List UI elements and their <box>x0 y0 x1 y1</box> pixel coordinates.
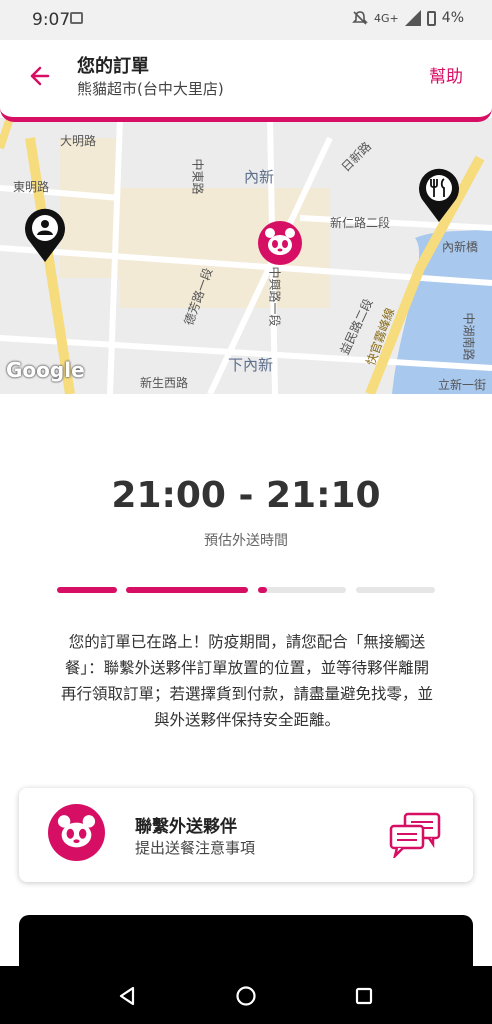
signal-icon <box>404 10 421 26</box>
contact-courier-card[interactable]: 聯繫外送夥伴 提出送餐注意事項 <box>19 788 473 882</box>
user-pin-icon[interactable] <box>22 208 68 264</box>
battery-icon <box>426 10 436 26</box>
map-label: 新仁路二段 <box>330 216 391 230</box>
delivery-message: 您的訂單已在路上！防疫期間，請您配合「無接觸送餐」：聯繫外送夥伴訂單放置的位置，… <box>60 633 433 729</box>
map-label: 內新橋 <box>442 240 479 254</box>
page-title: 您的訂單 <box>77 56 149 77</box>
card-title: 聯繫外送夥伴 <box>135 817 237 837</box>
progress-step <box>356 587 435 593</box>
app-bar: 您的訂單 熊貓超市(台中大里店) 幫助 <box>0 40 492 122</box>
recents-nav-icon[interactable] <box>352 984 376 1008</box>
network-type: 4G+ <box>374 11 399 25</box>
back-arrow-icon[interactable] <box>24 60 56 92</box>
map-label: 大明路 <box>60 134 97 148</box>
map-attribution: Google <box>6 358 85 382</box>
delivery-map[interactable]: 大明路 東明路 中東路 內新 日新路 新仁路二段 中興路一段 德芳路一段 益民路… <box>0 118 492 394</box>
map-label: 中湖南路 <box>461 312 476 361</box>
status-bar: 9:07 4G+ 4% <box>0 0 492 40</box>
home-nav-icon[interactable] <box>234 984 258 1008</box>
map-label: 內新 <box>244 168 275 186</box>
map-roads <box>0 118 492 394</box>
map-label: 新生西路 <box>140 376 189 390</box>
map-label: 下內新 <box>228 356 274 374</box>
map-label: 東明路 <box>13 180 50 194</box>
mute-icon <box>352 11 368 25</box>
restaurant-pin-icon[interactable] <box>416 168 462 224</box>
map-label: 立新一街 <box>438 378 487 392</box>
progress-step <box>126 587 248 593</box>
help-link[interactable]: 幫助 <box>429 62 463 87</box>
status-time: 9:07 <box>32 10 71 30</box>
progress-step <box>258 587 346 593</box>
progress-fill <box>57 587 117 593</box>
system-nav-bar <box>0 966 492 1024</box>
progress-fill <box>126 587 248 593</box>
panda-icon <box>48 804 105 861</box>
chat-bubbles-icon <box>389 812 441 858</box>
delivery-progress <box>57 587 435 593</box>
battery-percent: 4% <box>441 10 464 26</box>
progress-step <box>57 587 117 593</box>
progress-fill <box>258 587 267 593</box>
status-indicators: 4G+ 4% <box>352 10 464 26</box>
store-name: 熊貓超市(台中大里店) <box>77 80 224 98</box>
image-notification-icon <box>70 12 83 24</box>
map-label: 中興路一段 <box>267 266 282 327</box>
card-subtitle: 提出送餐注意事項 <box>135 839 256 857</box>
back-nav-icon[interactable] <box>115 984 139 1008</box>
eta-time: 21:00 - 21:10 <box>111 475 381 516</box>
eta-label: 預估外送時間 <box>204 533 288 549</box>
map-label: 中東路 <box>190 158 205 195</box>
panda-icon[interactable] <box>257 220 303 266</box>
